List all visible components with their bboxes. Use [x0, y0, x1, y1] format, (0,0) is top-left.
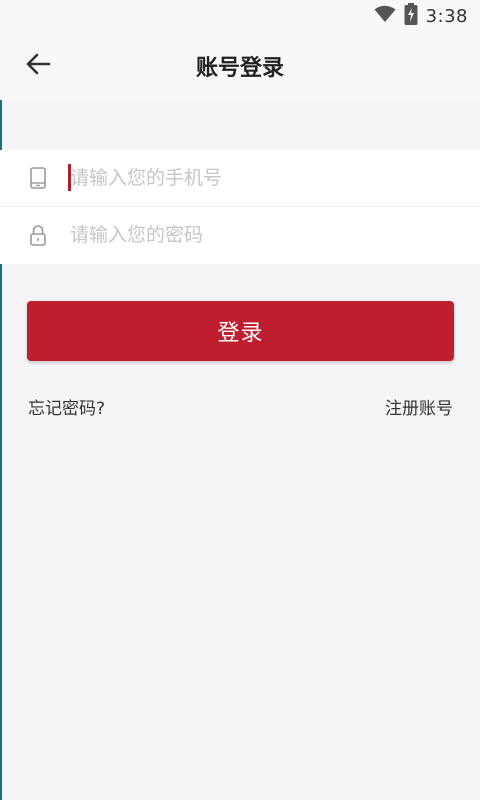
- battery-charging-icon: [404, 3, 418, 29]
- wifi-icon: [374, 5, 396, 27]
- forgot-password-link[interactable]: 忘记密码?: [28, 394, 105, 419]
- register-link[interactable]: 注册账号: [385, 394, 453, 419]
- login-form: [0, 150, 480, 264]
- phone-field-row: [0, 150, 480, 206]
- phone-icon: [28, 166, 48, 190]
- app-bar: 账号登录: [0, 32, 480, 100]
- back-button[interactable]: [22, 50, 54, 82]
- page-title: 账号登录: [195, 56, 284, 81]
- arrow-left-icon: [25, 53, 51, 79]
- text-cursor: [68, 164, 71, 191]
- phone-input[interactable]: [70, 158, 450, 198]
- login-button[interactable]: 登录: [27, 301, 454, 361]
- left-edge-line: [0, 0, 2, 800]
- password-input[interactable]: [70, 215, 450, 255]
- password-field-row: [0, 207, 480, 263]
- status-icons: 3:38: [374, 3, 468, 29]
- lock-icon: [28, 223, 48, 247]
- status-time: 3:38: [425, 5, 468, 27]
- status-bar: 3:38: [0, 0, 480, 32]
